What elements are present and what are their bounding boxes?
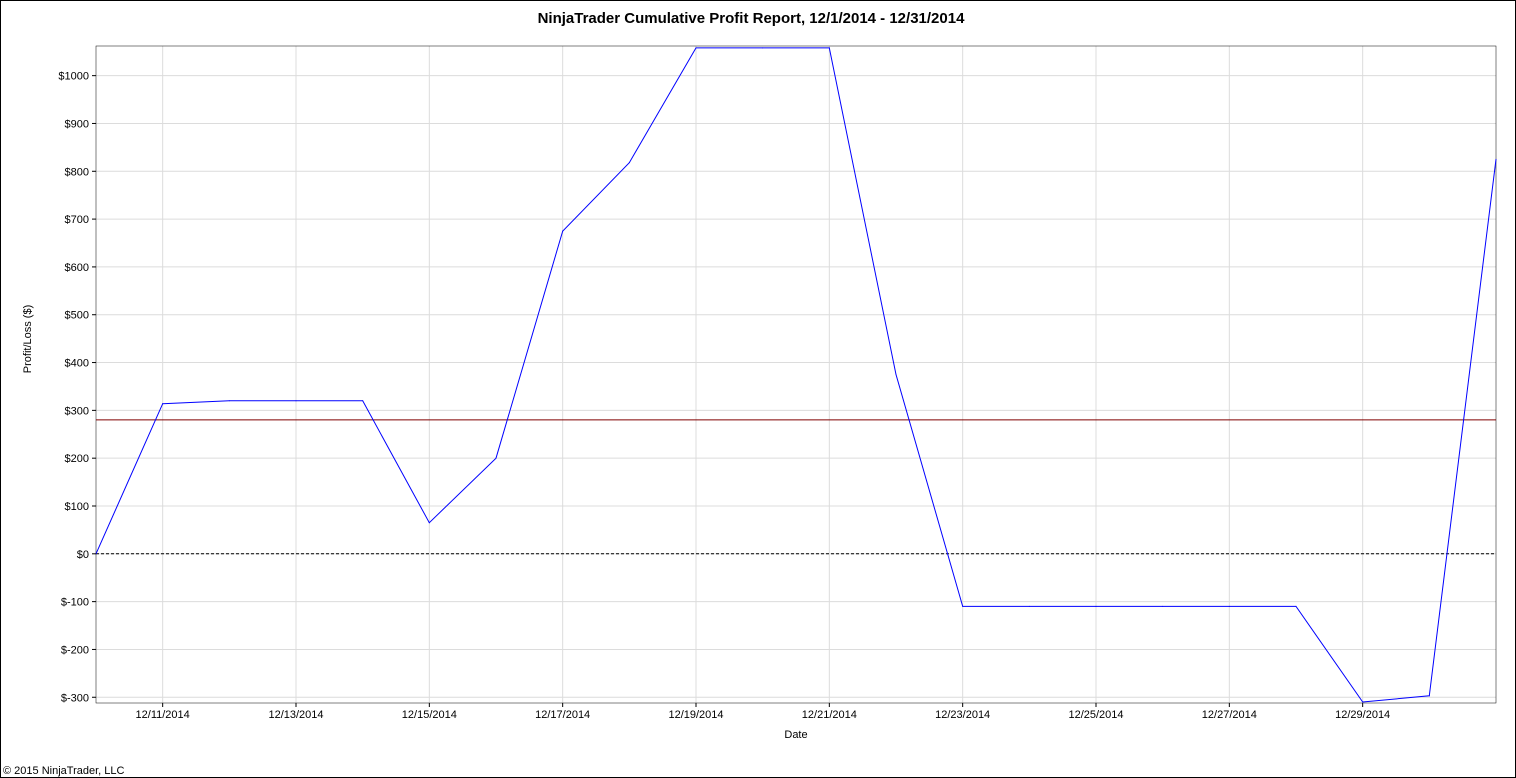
x-tick-label: 12/13/2014 — [268, 709, 323, 721]
y-tick-label: $1000 — [58, 71, 89, 83]
data-point — [562, 230, 564, 232]
y-tick-label: $700 — [65, 214, 89, 226]
data-point — [1428, 695, 1430, 697]
x-tick-label: 12/21/2014 — [802, 709, 857, 721]
grid — [96, 46, 1496, 703]
x-tick-label: 12/27/2014 — [1202, 709, 1257, 721]
x-tick-label: 12/25/2014 — [1068, 709, 1123, 721]
reference-lines — [96, 419, 1496, 555]
x-tick-label: 12/19/2014 — [668, 709, 723, 721]
data-point — [828, 47, 830, 49]
y-tick-label: $900 — [65, 118, 89, 130]
x-axis-ticks: 12/11/2014 12/13/2014 12/15/2014 12/17/2014… — [136, 703, 1390, 721]
data-point — [295, 400, 297, 402]
data-point — [695, 47, 697, 49]
plot-area — [95, 45, 1497, 704]
series-line — [95, 47, 1497, 703]
data-point — [762, 47, 764, 49]
data-point — [1095, 605, 1097, 607]
x-tick-label: 12/23/2014 — [935, 709, 990, 721]
chart-title: NinjaTrader Cumulative Profit Report, 12… — [538, 10, 966, 27]
data-point — [1228, 605, 1230, 607]
y-axis-label: Profit/Loss ($) — [22, 305, 34, 373]
data-point — [962, 605, 964, 607]
chart-canvas: NinjaTrader Cumulative Profit Report, 12… — [3, 10, 1497, 777]
x-tick-label: 12/17/2014 — [535, 709, 590, 721]
y-tick-label: $500 — [65, 310, 89, 322]
y-tick-label: $400 — [65, 358, 89, 370]
y-tick-label: $0 — [77, 549, 89, 561]
x-tick-label: 12/29/2014 — [1335, 709, 1390, 721]
copyright-text: © 2015 NinjaTrader, LLC — [3, 765, 124, 777]
y-tick-label: $300 — [65, 405, 89, 417]
data-point — [1362, 701, 1364, 703]
data-point — [495, 457, 497, 459]
data-point — [1162, 605, 1164, 607]
data-point — [628, 162, 630, 164]
data-point — [162, 403, 164, 405]
y-tick-label: $800 — [65, 166, 89, 178]
data-point — [362, 400, 364, 402]
y-tick-label: $-200 — [61, 644, 89, 656]
data-point — [1028, 605, 1030, 607]
y-tick-label: $100 — [65, 501, 89, 513]
y-tick-label: $-100 — [61, 597, 89, 609]
series-layer — [95, 47, 1497, 703]
data-point — [1495, 158, 1497, 160]
data-point — [895, 374, 897, 375]
chart-frame: NinjaTrader Cumulative Profit Report, 12… — [0, 0, 1516, 778]
data-point — [1295, 605, 1297, 607]
y-tick-label: $600 — [65, 262, 89, 274]
x-tick-label: 12/11/2014 — [136, 709, 190, 721]
data-point — [428, 522, 430, 524]
y-tick-label: $-300 — [61, 692, 89, 704]
x-axis-label: Date — [784, 729, 807, 741]
y-axis-ticks: $-300 $-200 $-100 $0 $100 $200 $300 $400 $500 $60… — [58, 71, 96, 704]
data-point — [228, 400, 230, 402]
x-tick-label: 12/15/2014 — [402, 709, 457, 721]
y-tick-label: $200 — [65, 453, 89, 465]
